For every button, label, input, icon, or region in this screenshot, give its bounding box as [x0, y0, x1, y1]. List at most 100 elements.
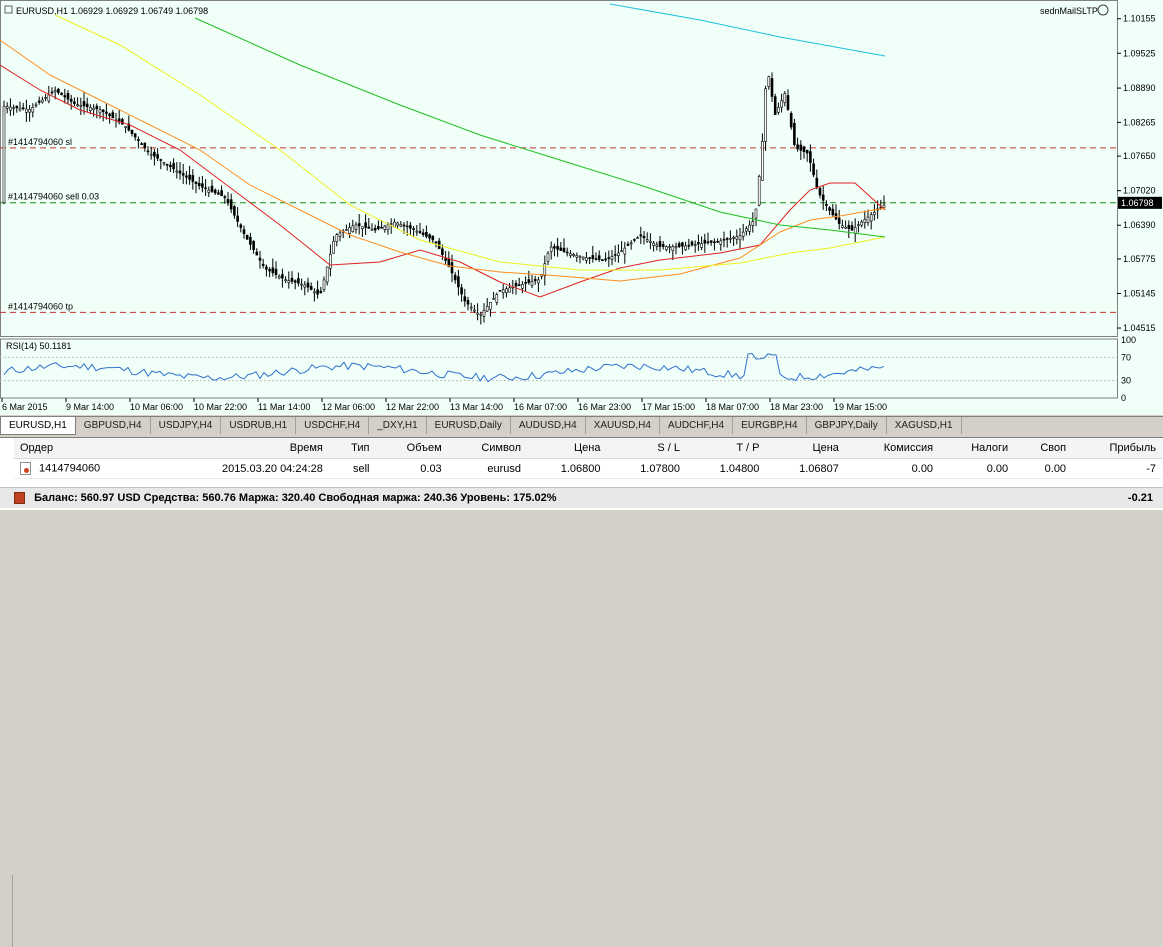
tab-xauusd-h4[interactable]: XAUUSD,H4 — [586, 417, 660, 434]
candle-body — [95, 105, 99, 110]
rsi-frame — [0, 338, 1118, 399]
column-header[interactable]: Символ — [447, 438, 528, 459]
candle-body — [863, 219, 867, 223]
rsi-tick-label: 30 — [1121, 376, 1131, 386]
tab-audusd-h4[interactable]: AUDUSD,H4 — [511, 417, 586, 434]
candle-body — [194, 181, 198, 184]
candle-body — [613, 254, 617, 256]
candle-body — [652, 242, 655, 246]
candle-body — [140, 143, 143, 145]
order-line-label: #1414794060 sell 0.03 — [8, 192, 99, 202]
balance-text: Баланс: 560.97 USD Средства: 560.76 Марж… — [34, 492, 557, 504]
candle-body — [338, 232, 342, 237]
candle-body — [313, 291, 316, 294]
candle-body — [825, 204, 828, 206]
tab-gbpjpy-daily[interactable]: GBPJPY,Daily — [807, 417, 887, 434]
candle-body — [130, 129, 134, 134]
column-header[interactable]: Комиссия — [844, 438, 940, 459]
column-header[interactable]: S / L — [606, 438, 686, 459]
candle-body — [562, 247, 566, 253]
candle-body — [482, 309, 486, 317]
candle-body — [434, 241, 438, 244]
candle-body — [389, 223, 393, 225]
candle-body — [549, 246, 553, 252]
tab-eurusd-h1[interactable]: EURUSD,H1 — [0, 417, 76, 435]
candle-body — [729, 237, 732, 240]
tab-usdchf-h4[interactable]: USDCHF,H4 — [296, 417, 370, 434]
candle-body — [703, 239, 707, 244]
candle-body — [738, 235, 742, 241]
column-header[interactable]: Прибыль — [1072, 438, 1162, 459]
candle-body — [345, 229, 348, 231]
tab-xagusd-h1[interactable]: XAGUSD,H1 — [887, 417, 962, 434]
candle-body — [351, 225, 355, 233]
column-header[interactable]: Тип — [328, 438, 376, 459]
candle-body — [89, 107, 92, 111]
order-row[interactable]: 1414794060 2015.03.20 04:24:28 sell 0.03 eur… — [14, 458, 1162, 479]
candle-body — [706, 241, 710, 244]
candle-body — [527, 279, 531, 283]
candle-body — [217, 192, 220, 195]
candle-body — [661, 244, 665, 247]
tab-audchf-h4[interactable]: AUDCHF,H4 — [660, 417, 734, 434]
candle-body — [517, 284, 521, 287]
candle-body — [396, 222, 399, 226]
candle-body — [293, 280, 297, 283]
candle-body — [773, 96, 777, 115]
candle-body — [255, 251, 259, 256]
column-header[interactable]: Время — [155, 438, 329, 459]
candle-body — [229, 199, 233, 210]
column-header[interactable]: Ордер — [14, 438, 156, 459]
chart-area[interactable]: EURUSD,H1 1.06929 1.06929 1.06749 1.0679… — [0, 0, 1163, 415]
ma-yellow-line — [54, 14, 886, 271]
candle-body — [681, 242, 684, 247]
candle-body — [207, 189, 211, 193]
candle-body — [12, 107, 15, 109]
tab-eurgbp-h4[interactable]: EURGBP,H4 — [733, 417, 807, 434]
candle-body — [828, 207, 831, 211]
candle-body — [847, 224, 851, 229]
price-tick-label: 1.07020 — [1123, 186, 1156, 196]
candle-body — [210, 185, 214, 192]
candle-body — [332, 240, 335, 254]
price-chart[interactable]: EURUSD,H1 1.06929 1.06929 1.06749 1.0679… — [0, 0, 1163, 415]
column-header[interactable]: Объем — [375, 438, 448, 459]
candle-body — [674, 246, 678, 249]
price-tick-label: 1.09525 — [1123, 48, 1156, 58]
candle-body — [149, 153, 153, 156]
tab-usdrub-h1[interactable]: USDRUB,H1 — [221, 417, 297, 434]
rsi-tick-label: 0 — [1121, 393, 1126, 403]
order-line-label: #1414794060 sl — [8, 137, 72, 147]
tab-gbpusd-h4[interactable]: GBPUSD,H4 — [76, 417, 151, 434]
candle-body — [789, 113, 793, 128]
column-header[interactable]: Налоги — [939, 438, 1015, 459]
candle-body — [98, 109, 102, 114]
order-cell: 0.00 — [1014, 458, 1073, 479]
column-header[interactable]: Своп — [1014, 438, 1073, 459]
candle-body — [66, 92, 70, 100]
candle-body — [73, 101, 76, 104]
candle-body — [402, 224, 406, 227]
time-tick-label: 17 Mar 15:00 — [642, 402, 695, 412]
candle-body — [610, 256, 614, 260]
candle-body — [303, 284, 307, 288]
tab-eurusd-daily[interactable]: EURUSD,Daily — [427, 417, 511, 434]
candle-body — [620, 250, 623, 253]
candle-body — [677, 243, 681, 247]
terminal-side-bar[interactable] — [0, 875, 13, 947]
column-header[interactable]: Цена — [765, 438, 845, 459]
column-header[interactable]: Цена — [527, 438, 607, 459]
candle-body — [671, 246, 675, 251]
candle-body — [594, 258, 598, 260]
tab-usdjpy-h4[interactable]: USDJPY,H4 — [151, 417, 222, 434]
candle-body — [124, 126, 127, 128]
candle-body — [428, 234, 431, 239]
candle-body — [460, 287, 463, 295]
candle-body — [92, 107, 95, 111]
candle-body — [607, 257, 611, 259]
ma-green-line — [194, 17, 886, 238]
candle-body — [623, 247, 627, 255]
column-header[interactable]: T / P — [685, 438, 766, 459]
candle-body — [409, 225, 412, 229]
tab-dxy-h1[interactable]: _DXY,H1 — [369, 417, 427, 434]
